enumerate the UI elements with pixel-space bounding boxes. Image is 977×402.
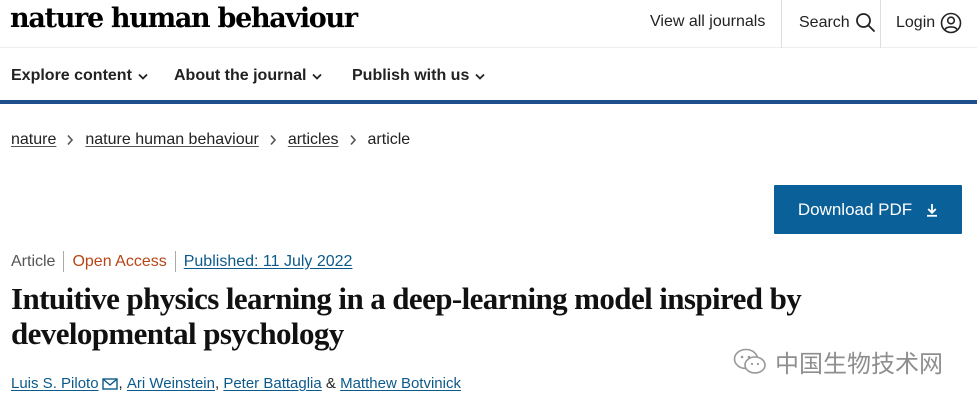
download-icon — [927, 203, 938, 217]
author-link[interactable]: Ari Weinstein — [127, 374, 215, 394]
download-pdf-label: Download PDF — [797, 199, 913, 219]
search-icon — [855, 13, 875, 32]
search-button[interactable]: Search — [799, 12, 876, 33]
breadcrumb-link-nature[interactable]: nature — [11, 130, 56, 150]
article-meta: Article Open Access Published: 11 July 2… — [11, 251, 352, 272]
published-date-link[interactable]: Published: 11 July 2022 — [184, 252, 353, 272]
wechat-icon — [733, 348, 766, 374]
open-access-badge: Open Access — [72, 252, 167, 270]
ampersand-text: & — [325, 375, 336, 392]
journal-logo[interactable]: nature human behaviour — [10, 2, 358, 36]
chevron-right-icon — [270, 134, 276, 146]
chevron-right-icon — [67, 134, 74, 146]
chevron-down-icon — [138, 73, 148, 80]
nav-about-the-journal[interactable]: About the journal — [174, 66, 323, 86]
header-divider — [781, 0, 782, 48]
breadcrumb: nature nature human behaviour articles a… — [11, 130, 410, 150]
main-nav: Explore content About the journal Publis… — [0, 48, 977, 104]
chevron-right-icon — [349, 134, 356, 146]
download-pdf-button[interactable]: Download PDF — [774, 185, 962, 234]
chevron-down-icon — [312, 73, 323, 80]
email-icon[interactable] — [101, 378, 118, 390]
nav-publish-with-us-label: Publish with us — [352, 67, 470, 84]
author-link[interactable]: Matthew Botvinick — [340, 374, 461, 394]
nav-explore-content-label: Explore content — [11, 67, 132, 84]
author-separator: , — [214, 375, 224, 392]
watermark-text: 中国生物技术网 — [775, 350, 943, 378]
breadcrumb-link-journal[interactable]: nature human behaviour — [85, 130, 258, 150]
login-label: Login — [896, 14, 936, 31]
chevron-down-icon — [475, 73, 485, 80]
author-ampersand: & — [322, 374, 340, 394]
top-bar: nature human behaviour View all journals… — [0, 0, 977, 48]
breadcrumb-current: article — [367, 131, 411, 148]
user-icon — [940, 12, 962, 34]
article-title: Intuitive physics learning in a deep-lea… — [11, 281, 802, 351]
author-list: Luis S. Piloto , Ari Weinstein , Peter B… — [11, 374, 461, 394]
search-label: Search — [799, 13, 850, 31]
author-separator: , — [118, 375, 127, 392]
wechat-watermark: 中国生物技术网 — [733, 344, 943, 379]
meta-divider — [63, 251, 65, 272]
breadcrumb-link-articles[interactable]: articles — [288, 130, 339, 150]
nav-explore-content[interactable]: Explore content — [11, 66, 148, 86]
article-type: Article — [11, 252, 56, 270]
header-divider — [880, 0, 881, 48]
author-link[interactable]: Peter Battaglia — [223, 374, 321, 394]
view-all-journals-label: View all journals — [650, 13, 766, 30]
nav-publish-with-us[interactable]: Publish with us — [352, 66, 485, 86]
login-button[interactable]: Login — [896, 12, 962, 34]
author-link[interactable]: Luis S. Piloto — [11, 374, 99, 394]
nav-about-the-journal-label: About the journal — [174, 67, 307, 84]
meta-divider — [174, 251, 176, 272]
view-all-journals-link[interactable]: View all journals — [650, 12, 765, 32]
